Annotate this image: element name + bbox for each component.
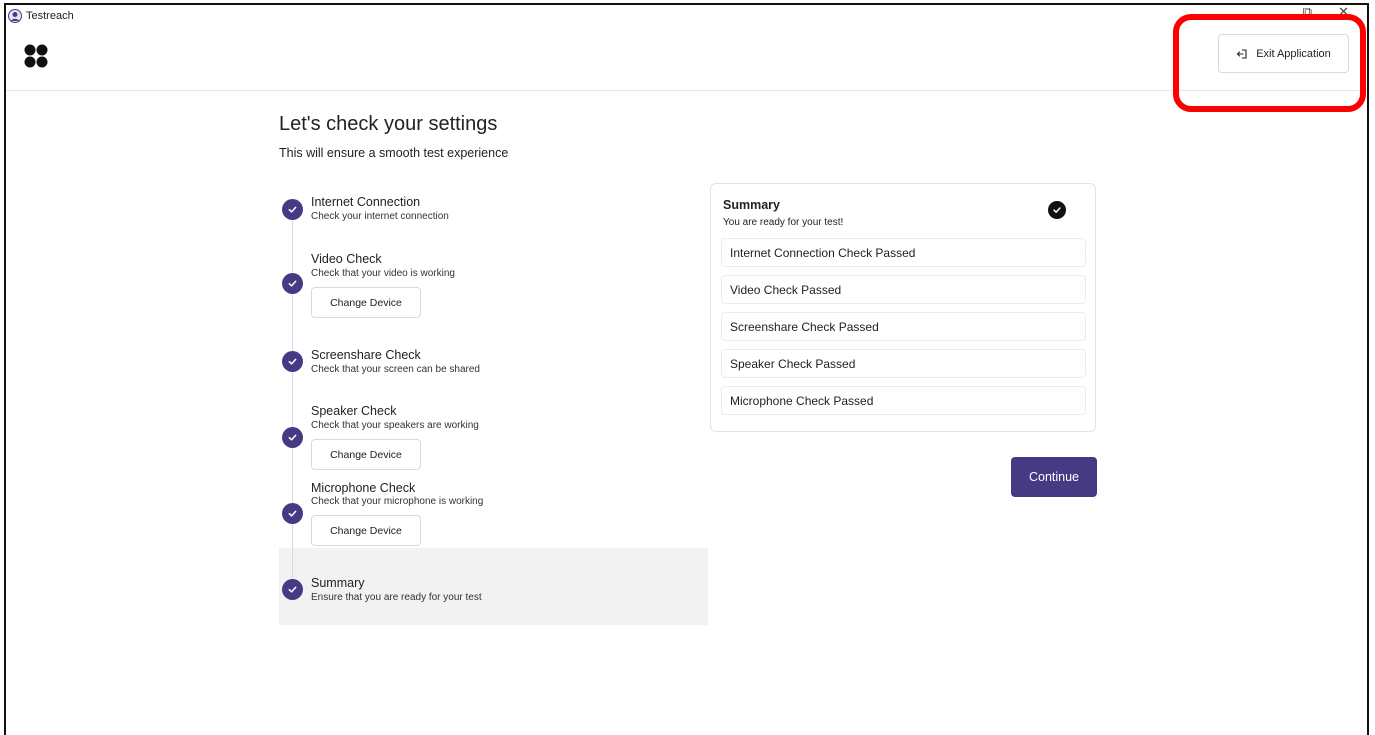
summary-title: Summary [723, 198, 780, 212]
title-bar: Testreach ⧉ ✕ [6, 5, 1367, 27]
step-desc-internet: Check your internet connection [311, 211, 449, 222]
step-title-screenshare: Screenshare Check [311, 348, 421, 362]
check-icon [282, 199, 303, 220]
step-desc-speaker: Check that your speakers are working [311, 420, 479, 431]
window-title: Testreach [26, 10, 74, 22]
result-row: Screenshare Check Passed [721, 312, 1086, 341]
step-desc-summary: Ensure that you are ready for your test [311, 592, 482, 603]
result-row: Video Check Passed [721, 275, 1086, 304]
microphone-change-device-button[interactable]: Change Device [311, 515, 421, 546]
app-header [6, 27, 1367, 91]
exit-application-label: Exit Application [1256, 47, 1331, 60]
steps-list: Internet Connection Check your internet … [279, 188, 708, 625]
restore-icon[interactable]: ⧉ [1303, 7, 1312, 15]
page-subtitle: This will ensure a smooth test experienc… [279, 146, 509, 160]
check-icon [282, 503, 303, 524]
step-desc-video: Check that your video is working [311, 268, 455, 279]
page-title: Let's check your settings [279, 113, 498, 135]
video-change-device-button[interactable]: Change Device [311, 287, 421, 318]
step-desc-microphone: Check that your microphone is working [311, 496, 484, 507]
continue-button[interactable]: Continue [1011, 457, 1097, 497]
step-title-internet: Internet Connection [311, 195, 421, 209]
check-icon [282, 427, 303, 448]
exit-icon [1237, 48, 1247, 59]
step-desc-screenshare: Check that your screen can be shared [311, 364, 480, 375]
four-dot-logo-icon [24, 44, 48, 68]
speaker-change-device-button[interactable]: Change Device [311, 439, 421, 470]
app-logo-icon [8, 9, 22, 23]
check-circle-icon [1048, 201, 1066, 219]
result-row: Microphone Check Passed [721, 386, 1086, 415]
result-row: Internet Connection Check Passed [721, 238, 1086, 267]
check-icon [282, 273, 303, 294]
check-icon [282, 351, 303, 372]
step-title-microphone: Microphone Check [311, 481, 416, 495]
step-title-summary: Summary [311, 576, 365, 590]
summary-card: Summary You are ready for your test! Int… [710, 183, 1096, 432]
step-title-video: Video Check [311, 252, 382, 266]
check-icon [282, 579, 303, 600]
result-row: Speaker Check Passed [721, 349, 1086, 378]
step-title-speaker: Speaker Check [311, 404, 397, 418]
exit-application-button[interactable]: Exit Application [1218, 34, 1349, 73]
summary-subtitle: You are ready for your test! [723, 217, 844, 228]
timeline-line [292, 208, 293, 598]
close-icon[interactable]: ✕ [1338, 7, 1349, 15]
app-window: Testreach ⧉ ✕ Let's check your settings … [4, 3, 1369, 735]
window-controls: ⧉ ✕ [1303, 7, 1349, 15]
